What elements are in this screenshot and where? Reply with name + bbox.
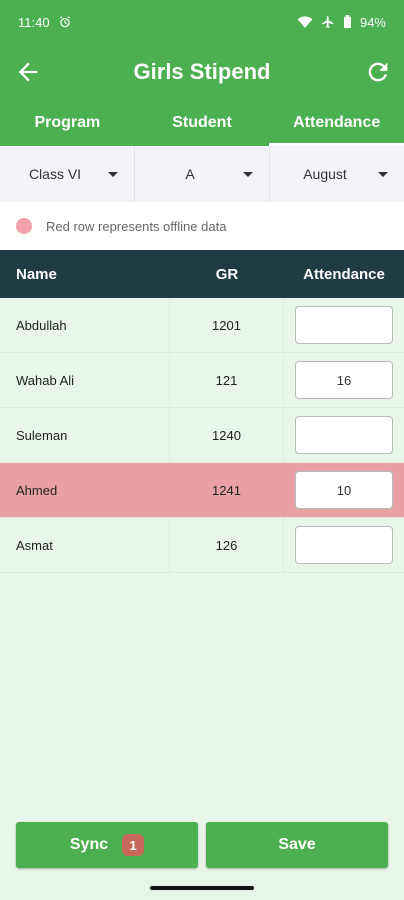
system-nav-bar [0,878,404,900]
airplane-icon [321,15,335,29]
offline-legend: Red row represents offline data [0,202,404,250]
status-bar: 11:40 94% [0,0,404,44]
class-dropdown-value: Class VI [28,166,82,182]
legend-text: Red row represents offline data [46,218,227,234]
class-dropdown[interactable]: Class VI [0,146,135,202]
footer-bar: Sync 1 Save [0,812,404,878]
student-gr: 121 [170,353,284,407]
page-title: Girls Stipend [133,59,271,84]
table-row: Asmat 126 [0,518,404,573]
student-gr: 126 [170,518,284,572]
tab-label: Attendance [293,114,381,131]
caret-down-icon [378,171,388,177]
month-dropdown[interactable]: August [270,146,404,202]
tab-program[interactable]: Program [0,100,135,146]
home-gesture-handle[interactable] [150,886,254,890]
student-gr: 1240 [170,408,284,462]
status-time: 11:40 [18,14,50,30]
sync-label: Sync [69,836,109,853]
student-gr: 1241 [170,463,284,517]
table-row-offline: Ahmed 1241 10 [0,463,404,518]
table-header: Name GR Attendance [0,250,404,298]
attendance-input[interactable]: 10 [295,471,393,509]
alarm-icon [58,15,72,29]
wifi-icon [297,15,313,29]
caret-down-icon [108,171,118,177]
tab-label: Student [172,114,232,131]
student-name: Abdullah [0,298,170,352]
table-row: Abdullah 1201 [0,298,404,353]
month-dropdown-value: August [303,166,347,182]
table-row: Suleman 1240 [0,408,404,463]
section-dropdown[interactable]: A [135,146,270,202]
attendance-input[interactable] [295,526,393,564]
student-name: Wahab Ali [0,353,170,407]
header-attendance: Attendance [303,265,385,283]
tab-student[interactable]: Student [135,100,270,146]
header-gr: GR [215,265,239,283]
caret-down-icon [243,171,253,177]
attendance-input[interactable]: 16 [295,361,393,399]
student-name: Suleman [0,408,170,462]
student-gr: 1201 [170,298,284,352]
save-label: Save [278,836,316,853]
sync-count-badge: 1 [122,834,145,856]
tab-bar: Program Student Attendance [0,100,404,146]
section-dropdown-value: A [185,166,195,182]
battery-percent: 94% [359,14,386,30]
student-name: Asmat [0,518,170,572]
tab-label: Program [34,114,101,131]
attendance-input[interactable] [295,306,393,344]
filter-bar: Class VI A August [0,146,404,202]
battery-icon [343,15,352,29]
refresh-icon[interactable] [364,58,392,86]
table-body: Abdullah 1201 Wahab Ali 121 16 Suleman 1… [0,298,404,573]
app-bar: Girls Stipend [0,44,404,100]
sync-button[interactable]: Sync 1 [16,822,198,868]
save-button[interactable]: Save [206,822,388,868]
arrow-back-icon[interactable] [14,58,42,86]
table-row: Wahab Ali 121 16 [0,353,404,408]
offline-dot-icon [16,218,32,234]
attendance-input[interactable] [295,416,393,454]
student-name: Ahmed [0,463,170,517]
tab-attendance[interactable]: Attendance [269,100,404,146]
header-name: Name [16,265,57,283]
